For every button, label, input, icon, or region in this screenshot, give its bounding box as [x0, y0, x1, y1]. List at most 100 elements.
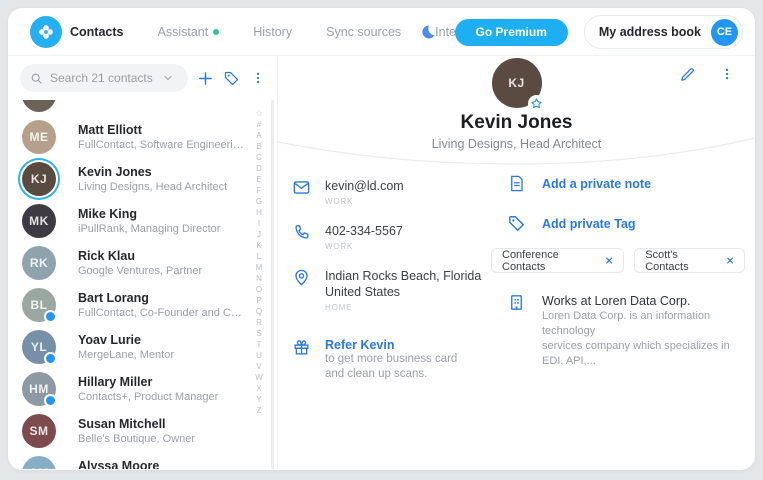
search-input[interactable] [50, 71, 155, 85]
app-logo[interactable] [30, 16, 62, 48]
alphabet-index-letter[interactable]: Z [257, 405, 262, 416]
contact-field-row[interactable]: 402-334-5567 WORK [292, 223, 507, 251]
alphabet-index-letter[interactable]: V [256, 361, 261, 372]
field-type-label: HOME [325, 303, 481, 312]
list-menu-button[interactable] [249, 67, 267, 89]
tag-pill[interactable]: Conference Contacts [491, 248, 624, 273]
alphabet-index-letter[interactable]: K [256, 240, 261, 251]
alphabet-index-letter[interactable]: G [256, 196, 262, 207]
contact-list-item[interactable]: KJ Kevin Jones Living Designs, Head Arch… [8, 158, 277, 200]
nav-tab-history[interactable]: History [253, 25, 292, 39]
contact-avatar [22, 100, 56, 112]
remove-tag-icon[interactable] [605, 256, 613, 265]
alphabet-index-letter[interactable]: Q [256, 306, 262, 317]
contact-organization: FullContact, Software Engineering Manage… [78, 138, 246, 153]
contact-list-item[interactable]: MK Mike King iPullRank, Managing Directo… [8, 200, 277, 242]
contact-list-item[interactable]: RK Rick Klau Google Ventures, Partner [8, 242, 277, 284]
alphabet-index-letter[interactable]: J [257, 229, 261, 240]
search-box[interactable] [20, 64, 188, 92]
contact-avatar-initials: SM [30, 424, 49, 438]
contact-list-item[interactable]: SM Susan Mitchell Belle's Boutique, Owne… [8, 410, 277, 452]
contact-field-row[interactable]: kevin@ld.com WORK [292, 178, 507, 206]
detail-avatar[interactable]: KJ [492, 58, 542, 108]
email-icon [292, 178, 311, 197]
detail-menu-button[interactable] [717, 64, 737, 84]
contact-name: Bart Lorang [78, 290, 246, 306]
nav-tab-sync-sources[interactable]: Sync sources [326, 25, 401, 39]
contact-detail-panel: KJ Kevin Jones Living Designs, Head Arch… [278, 56, 755, 469]
phone-icon [292, 223, 311, 242]
add-private-note-button[interactable]: Add a private note [507, 174, 745, 193]
alphabet-index-letter[interactable]: A [256, 130, 261, 141]
tag-filter-button[interactable] [222, 67, 240, 89]
list-scrollbar[interactable] [271, 100, 274, 469]
go-premium-button[interactable]: Go Premium [455, 19, 568, 46]
alphabet-index-letter[interactable]: S [256, 328, 261, 339]
detail-avatar-initials: KJ [508, 76, 524, 90]
alphabet-index-letter[interactable]: T [257, 339, 262, 350]
list-toolbar [8, 56, 277, 100]
location-icon [292, 268, 311, 287]
alphabet-index-letter[interactable]: R [256, 317, 262, 328]
alphabet-index-letter[interactable]: W [255, 372, 263, 383]
alphabet-index-letter[interactable]: # [257, 119, 261, 130]
contact-avatar: ME [22, 120, 56, 154]
contact-name-heading: Kevin Jones [278, 112, 755, 134]
nav-tab-contacts[interactable]: Contacts [70, 25, 123, 39]
edit-contact-button[interactable] [677, 64, 697, 84]
contact-list-item[interactable]: AM Alyssa Moore UPHealth, Nutritionist [8, 452, 277, 469]
contact-name: Kevin Jones [78, 164, 246, 180]
alphabet-index-letter[interactable]: H [256, 207, 262, 218]
star-icon [530, 97, 543, 110]
contact-text: Susan Mitchell Belle's Boutique, Owner [78, 416, 246, 447]
alphabet-index-rail[interactable]: ☆#ABCDEFGHIJKLMNOPQRSTUVWXYZ [253, 108, 265, 416]
main-content: MD Events, Owner ME Matt Elliott FullCon… [8, 56, 755, 469]
nav-tab-assistant[interactable]: Assistant [157, 25, 219, 39]
app-background: Contacts Assistant History Sync sources … [0, 0, 763, 480]
contact-list-item[interactable]: HM Hillary Miller Contacts+, Product Man… [8, 368, 277, 410]
alphabet-index-letter[interactable]: Y [256, 394, 261, 405]
alphabet-index-letter[interactable]: I [258, 218, 260, 229]
alphabet-index-letter[interactable]: C [256, 152, 262, 163]
field-value: 402-334-5567 [325, 223, 403, 239]
refer-section: Refer Kevin to get more business card an… [292, 338, 507, 382]
alphabet-index-letter[interactable]: U [256, 350, 262, 361]
alphabet-index-letter[interactable]: X [256, 383, 261, 394]
contact-name: Rick Klau [78, 248, 246, 264]
favorite-star-badge[interactable] [528, 95, 545, 112]
add-contact-button[interactable] [196, 67, 214, 89]
contact-list-item[interactable]: ME Matt Elliott FullContact, Software En… [8, 116, 277, 158]
tag-pill[interactable]: Scott's Contacts [634, 248, 745, 273]
contact-list-item[interactable]: BL Bart Lorang FullContact, Co-Founder a… [8, 284, 277, 326]
alphabet-index-letter[interactable]: E [256, 174, 261, 185]
app-window: Contacts Assistant History Sync sources … [8, 8, 755, 470]
assistant-notification-dot [213, 29, 219, 35]
contact-list-item[interactable]: YL Yoav Lurie MergeLane, Mentor [8, 326, 277, 368]
address-book-switcher[interactable]: My address book CE [584, 15, 743, 49]
contact-name: Matt Elliott [78, 122, 246, 138]
search-filter-chevron-icon[interactable] [162, 72, 174, 84]
contact-organization: FullContact, Co-Founder and Chief Execut… [78, 306, 246, 321]
add-private-note-label: Add a private note [542, 177, 651, 191]
alphabet-index-letter[interactable]: O [256, 284, 262, 295]
contact-avatar: AM [22, 456, 56, 469]
contact-list-item[interactable]: MD Events, Owner [8, 100, 277, 116]
alphabet-index-letter[interactable]: F [257, 185, 262, 196]
field-type-label: WORK [325, 242, 403, 251]
contact-organization: Contacts+, Product Manager [78, 390, 246, 405]
refer-description-line: to get more business card [325, 352, 457, 367]
alphabet-index-letter[interactable]: N [256, 273, 262, 284]
contact-field-row[interactable]: Indian Rocks Beach, FloridaUnited States… [292, 268, 507, 312]
alphabet-index-letter[interactable]: B [256, 141, 261, 152]
account-avatar[interactable]: CE [711, 19, 738, 46]
dark-mode-moon-icon[interactable] [417, 21, 439, 43]
alphabet-index-letter[interactable]: ☆ [255, 108, 262, 119]
refer-link[interactable]: Refer Kevin [325, 338, 457, 352]
alphabet-index-letter[interactable]: P [256, 295, 261, 306]
alphabet-index-letter[interactable]: L [257, 251, 261, 262]
alphabet-index-letter[interactable]: M [256, 262, 263, 273]
add-private-tag-button[interactable]: Add private Tag [507, 214, 745, 233]
remove-tag-icon[interactable] [726, 256, 734, 265]
contact-avatar-initials: MK [29, 214, 49, 228]
alphabet-index-letter[interactable]: D [256, 163, 262, 174]
